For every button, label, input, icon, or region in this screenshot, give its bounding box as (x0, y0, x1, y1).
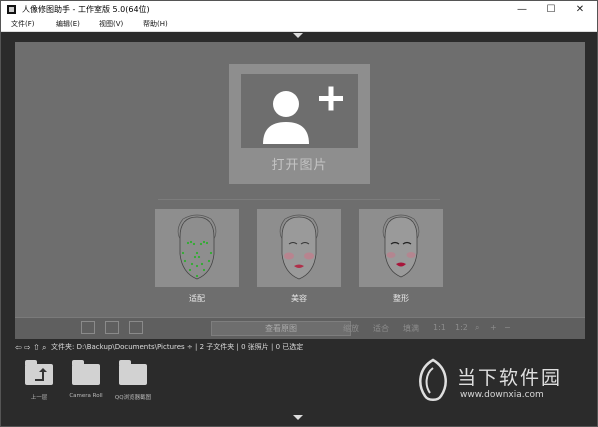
add-person-icon (241, 74, 358, 148)
watermark-name: 当下软件园 (457, 367, 563, 389)
zoom-plus-button[interactable]: + (490, 323, 497, 332)
menu-edit[interactable]: 编辑(E) (56, 18, 80, 31)
zoom-minus-button[interactable]: − (504, 323, 511, 332)
app-window: 人像修图助手 - 工作室版 5.0(64位) — ☐ ✕ 文件(F) 编辑(E)… (0, 0, 598, 427)
face-reshape-icon (382, 214, 420, 278)
folder-up-icon[interactable] (25, 360, 53, 385)
window-title: 人像修图助手 - 工作室版 5.0(64位) (22, 5, 150, 14)
search-icon[interactable]: ⌕ (42, 343, 46, 353)
path-bar: ⇦ ⇨ ⇧ ⌕ 文件夹: D:\Backup\Documents\Picture… (1, 340, 597, 354)
back-arrow-icon[interactable]: ⇦ (15, 343, 22, 352)
face-dots-icon (177, 214, 217, 280)
reshape-face-label: 整形 (393, 294, 409, 303)
zoom-label: 缩放 (343, 324, 359, 333)
fit-button[interactable]: 适合 (373, 323, 389, 334)
single-view-icon[interactable] (81, 321, 95, 334)
split-vertical-view-icon[interactable] (105, 321, 119, 334)
open-image-label: 打开图片 (271, 158, 328, 173)
beauty-face-label: 美容 (291, 294, 307, 303)
fill-button[interactable]: 填满 (403, 323, 419, 334)
watermark-logo-icon (413, 358, 453, 406)
workspace: 打开图片 适配 美容 整形 (15, 42, 585, 317)
fit-face-button[interactable] (155, 209, 239, 287)
divider (158, 199, 440, 200)
collapse-bottom-arrow-icon[interactable] (293, 415, 303, 420)
ratio-1-1-button[interactable]: 1:1 (433, 323, 446, 332)
zoom-in-icon[interactable]: ⌕ (475, 323, 479, 333)
up-arrow-icon[interactable]: ⇧ (33, 343, 40, 352)
folder-path: 文件夹: D:\Backup\Documents\Pictures ÷ | 2 … (51, 343, 304, 351)
forward-arrow-icon[interactable]: ⇨ (24, 343, 31, 352)
folder-camera-roll-icon[interactable] (72, 360, 100, 385)
view-original-button[interactable]: 查看原图 (211, 321, 351, 336)
bottom-toolbar: 查看原图 缩放 适合 填满 1:1 1:2 ⌕ + − (15, 317, 585, 339)
fit-face-label: 适配 (189, 294, 205, 303)
maximize-button[interactable]: ☐ (536, 1, 566, 18)
app-icon (7, 5, 16, 14)
title-bar: 人像修图助手 - 工作室版 5.0(64位) — ☐ ✕ (1, 1, 597, 18)
watermark-url: www.downxia.com (460, 390, 544, 400)
menu-help[interactable]: 帮助(H) (143, 18, 168, 31)
file-label-qq-screenshot: QQ浏览器截图 (114, 395, 152, 401)
folder-qq-screenshot-icon[interactable] (119, 360, 147, 385)
reshape-face-button[interactable] (359, 209, 443, 287)
ratio-1-2-button[interactable]: 1:2 (455, 323, 468, 332)
menu-file[interactable]: 文件(F) (11, 18, 35, 31)
collapse-top-arrow-icon[interactable] (293, 33, 303, 38)
beauty-face-button[interactable] (257, 209, 341, 287)
face-makeup-icon (279, 214, 319, 280)
minimize-button[interactable]: — (507, 1, 537, 18)
close-button[interactable]: ✕ (565, 1, 595, 18)
menu-bar: 文件(F) 编辑(E) 视图(V) 帮助(H) (1, 18, 597, 32)
open-image-button[interactable]: 打开图片 (229, 64, 370, 184)
split-horizontal-view-icon[interactable] (129, 321, 143, 334)
menu-view[interactable]: 视图(V) (99, 18, 123, 31)
